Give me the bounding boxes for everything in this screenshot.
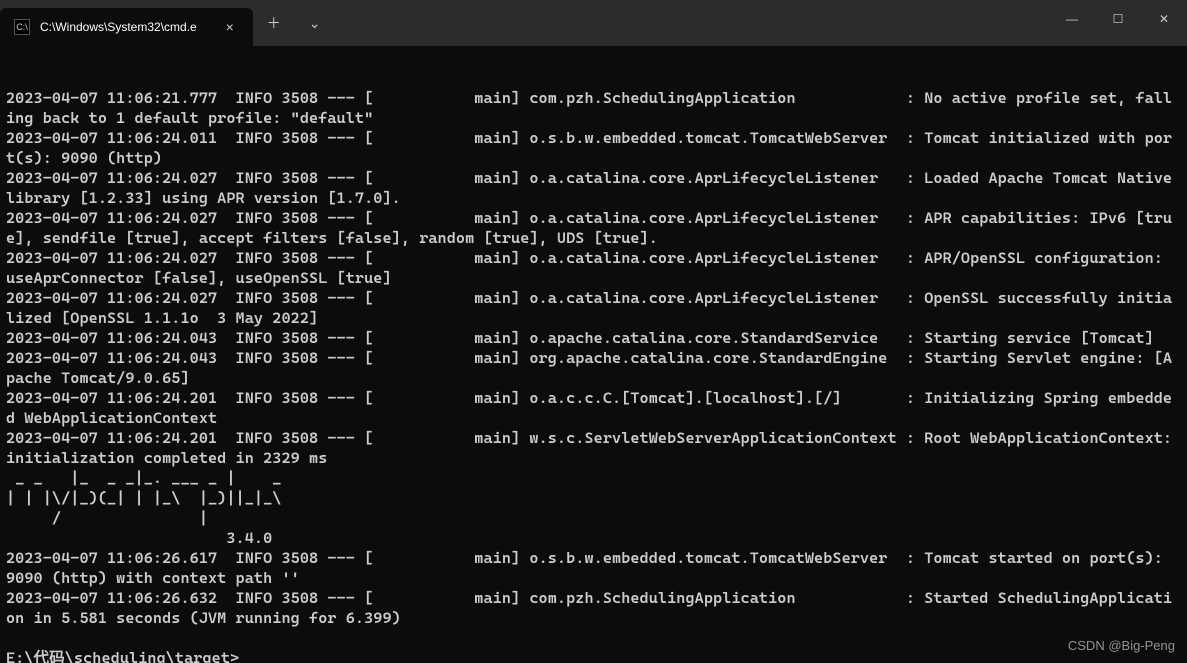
window-controls: — ☐ ✕ [1049,0,1187,38]
active-tab[interactable]: C:\ C:\Windows\System32\cmd.e × [0,8,253,46]
titlebar: C:\ C:\Windows\System32\cmd.e × ＋ ⌄ — ☐ … [0,0,1187,46]
cmd-icon: C:\ [14,19,30,35]
terminal-output[interactable]: 2023-04-07 11:06:21.777 INFO 3508 --- [ … [0,46,1187,663]
log-text: 2023-04-07 11:06:21.777 INFO 3508 --- [ … [6,88,1181,663]
watermark: CSDN @Big-Peng [1068,638,1175,653]
new-tab-button[interactable]: ＋ [253,0,295,46]
close-tab-button[interactable]: × [221,19,239,35]
terminal-window: C:\ C:\Windows\System32\cmd.e × ＋ ⌄ — ☐ … [0,0,1187,663]
close-window-button[interactable]: ✕ [1141,0,1187,38]
minimize-button[interactable]: — [1049,0,1095,38]
maximize-button[interactable]: ☐ [1095,0,1141,38]
tab-dropdown-button[interactable]: ⌄ [295,0,335,46]
tab-title: C:\Windows\System32\cmd.e [40,20,197,34]
